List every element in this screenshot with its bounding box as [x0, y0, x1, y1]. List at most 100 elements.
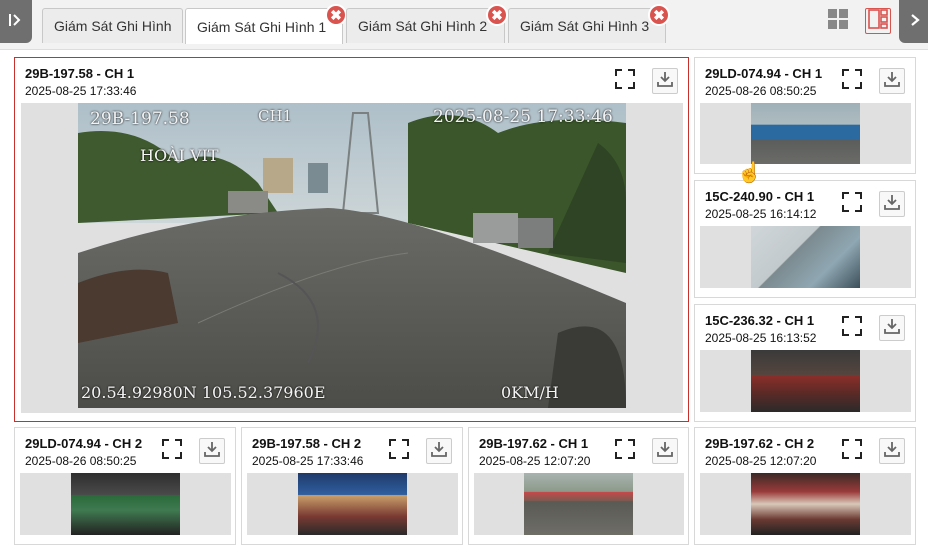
overlay-gps: 20.54.92980N 105.52.37960E	[81, 383, 326, 402]
download-button[interactable]	[879, 191, 905, 217]
focus-layout-icon	[868, 8, 888, 34]
download-icon	[884, 194, 900, 215]
close-tab-1-button[interactable]: ✖	[325, 4, 347, 26]
video-timestamp: 2025-08-26 08:50:25	[705, 84, 817, 98]
overlay-channel: CH1	[258, 107, 293, 125]
fullscreen-icon	[842, 315, 862, 341]
download-button[interactable]	[879, 68, 905, 94]
sidebar-expand-icon	[8, 11, 24, 32]
fullscreen-button[interactable]	[386, 438, 412, 464]
main-video-panel[interactable]: 29B-197.58 - CH 1 2025-08-25 17:33:46 29…	[14, 57, 689, 422]
video-title: 29B-197.62 - CH 2	[705, 436, 815, 451]
download-icon	[884, 71, 900, 92]
video-timestamp: 2025-08-25 12:07:20	[705, 454, 817, 468]
panel-expand-button[interactable]	[899, 0, 928, 43]
video-thumbnail[interactable]	[751, 103, 860, 164]
fullscreen-button[interactable]	[839, 438, 865, 464]
download-button[interactable]	[879, 315, 905, 341]
video-thumbnail[interactable]	[298, 473, 407, 535]
tab-giam-sat-ghi-hinh-3[interactable]: Giám Sát Ghi Hình 3	[508, 8, 666, 43]
tab-giam-sat-ghi-hinh[interactable]: Giám Sát Ghi Hình	[42, 8, 183, 43]
live-video-feed[interactable]: 29B-197.58 CH1 2025-08-25 17:33:46 HOÀI …	[78, 103, 626, 412]
video-title: 15C-236.32 - CH 1	[705, 313, 815, 328]
download-icon	[657, 441, 673, 462]
video-area	[20, 473, 231, 535]
video-thumbnail[interactable]	[751, 350, 860, 412]
fullscreen-button[interactable]	[612, 68, 638, 94]
close-icon: ✖	[491, 6, 503, 23]
fullscreen-icon	[842, 438, 862, 464]
download-icon	[204, 441, 220, 462]
fullscreen-button[interactable]	[839, 191, 865, 217]
video-area	[474, 473, 684, 535]
download-button[interactable]	[199, 438, 225, 464]
video-panel[interactable]: 29B-197.62 - CH 1 2025-08-25 12:07:20	[468, 427, 689, 545]
grid-layout-icon	[827, 8, 849, 35]
video-timestamp: 2025-08-25 12:07:20	[479, 454, 591, 468]
download-icon	[884, 318, 900, 339]
download-button[interactable]	[879, 438, 905, 464]
video-title: 29B-197.58 - CH 2	[252, 436, 362, 451]
close-icon: ✖	[330, 6, 342, 23]
video-title: 15C-240.90 - CH 1	[705, 189, 815, 204]
download-button[interactable]	[652, 68, 678, 94]
video-title: 29LD-074.94 - CH 1	[705, 66, 823, 81]
fullscreen-icon	[162, 438, 182, 464]
focus-layout-button[interactable]	[865, 8, 891, 34]
video-panel[interactable]: 15C-236.32 - CH 1 2025-08-25 16:13:52	[694, 304, 916, 422]
fullscreen-button[interactable]	[839, 315, 865, 341]
overlay-plate: 29B-197.58	[90, 109, 190, 129]
fullscreen-button[interactable]	[839, 68, 865, 94]
overlay-datetime: 2025-08-25 17:33:46	[433, 107, 613, 127]
video-panel[interactable]: 15C-240.90 - CH 1 2025-08-25 16:14:12	[694, 180, 916, 298]
fullscreen-icon	[389, 438, 409, 464]
video-area	[700, 473, 911, 535]
download-icon	[431, 441, 447, 462]
video-area	[700, 350, 911, 412]
download-button[interactable]	[426, 438, 452, 464]
download-icon	[657, 71, 673, 92]
video-title: 29LD-074.94 - CH 2	[25, 436, 143, 451]
video-area	[247, 473, 458, 535]
video-area	[700, 103, 911, 164]
tab-toolbar: Giám Sát Ghi Hình Giám Sát Ghi Hình 1 ✖ …	[0, 0, 928, 50]
sidebar-toggle-button[interactable]	[0, 0, 32, 43]
chevron-right-icon	[910, 11, 920, 32]
close-icon: ✖	[653, 6, 665, 23]
hand-cursor-icon: ☝	[737, 162, 762, 184]
video-timestamp: 2025-08-25 16:13:52	[705, 331, 817, 345]
overlay-driver: HOÀI VIT	[140, 146, 219, 165]
download-icon	[884, 441, 900, 462]
video-panel[interactable]: 29LD-074.94 - CH 1 2025-08-26 08:50:25	[694, 57, 916, 174]
fullscreen-button[interactable]	[612, 438, 638, 464]
video-panel[interactable]: 29B-197.58 - CH 2 2025-08-25 17:33:46	[241, 427, 463, 545]
overlay-speed: 0KM/H	[501, 383, 559, 402]
video-thumbnail[interactable]	[751, 226, 860, 288]
tab-label: Giám Sát Ghi Hình 3	[520, 18, 650, 34]
fullscreen-icon	[842, 68, 862, 94]
video-timestamp: 2025-08-26 08:50:25	[25, 454, 137, 468]
grid-layout-button[interactable]	[825, 8, 851, 34]
close-tab-3-button[interactable]: ✖	[648, 4, 670, 26]
fullscreen-icon	[615, 438, 635, 464]
video-panel[interactable]: 29B-197.62 - CH 2 2025-08-25 12:07:20	[694, 427, 916, 545]
tab-label: Giám Sát Ghi Hình	[54, 18, 172, 34]
video-timestamp: 2025-08-25 16:14:12	[705, 207, 817, 221]
tab-giam-sat-ghi-hinh-2[interactable]: Giám Sát Ghi Hình 2	[346, 8, 505, 43]
tab-label: Giám Sát Ghi Hình 2	[358, 18, 488, 34]
tab-giam-sat-ghi-hinh-1[interactable]: Giám Sát Ghi Hình 1	[185, 8, 343, 44]
video-monitor-app: Giám Sát Ghi Hình Giám Sát Ghi Hình 1 ✖ …	[0, 0, 928, 550]
video-area	[700, 226, 911, 288]
fullscreen-icon	[615, 68, 635, 94]
video-panel[interactable]: 29LD-074.94 - CH 2 2025-08-26 08:50:25	[14, 427, 236, 545]
close-tab-2-button[interactable]: ✖	[486, 4, 508, 26]
video-timestamp: 2025-08-25 17:33:46	[252, 454, 364, 468]
video-title: 29B-197.58 - CH 1	[25, 66, 135, 81]
video-title: 29B-197.62 - CH 1	[479, 436, 589, 451]
video-area: 29B-197.58 CH1 2025-08-25 17:33:46 HOÀI …	[21, 103, 683, 413]
video-thumbnail[interactable]	[524, 473, 633, 535]
fullscreen-button[interactable]	[159, 438, 185, 464]
video-thumbnail[interactable]	[751, 473, 860, 535]
video-thumbnail[interactable]	[71, 473, 180, 535]
download-button[interactable]	[652, 438, 678, 464]
